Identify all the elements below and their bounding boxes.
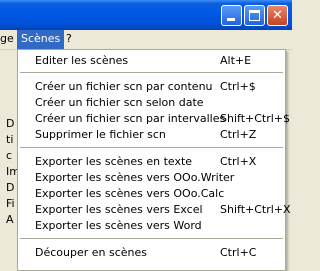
menu-item-shortcut: Alt+E: [220, 54, 252, 67]
menu-item-export-text[interactable]: Exporter les scènes en texte Ctrl+X: [18, 154, 285, 170]
scenes-dropdown-menu: Editer les scènes Alt+E Créer un fichier…: [17, 49, 291, 271]
menu-item-edit-scenes[interactable]: Editer les scènes Alt+E: [18, 53, 285, 69]
menu-separator: [20, 238, 283, 239]
menu-separator: [20, 72, 283, 73]
menu-item-label: Créer un fichier scn par intervalles: [35, 112, 226, 125]
menu-item-shortcut: Ctrl+X: [220, 155, 257, 168]
menu-item-shortcut: Shift+Ctrl+X: [220, 203, 291, 216]
menu-item-export-calc[interactable]: Exporter les scènes vers OOo.Calc: [18, 186, 285, 202]
menu-item-shortcut: Ctrl+$: [220, 80, 256, 93]
menu-item-label: Exporter les scènes vers Word: [35, 219, 202, 232]
menu-item-label: Découper en scènes: [35, 246, 148, 259]
minimize-button[interactable]: [221, 5, 242, 26]
background-text: D: [6, 117, 15, 130]
maximize-button[interactable]: [244, 5, 265, 26]
menu-item-label: Supprimer le fichier scn: [35, 128, 166, 141]
menu-item-label: Exporter les scènes vers OOo.Calc: [35, 187, 225, 200]
menu-item-partial[interactable]: ge: [0, 30, 18, 49]
menu-item-export-writer[interactable]: Exporter les scènes vers OOo.Writer: [18, 170, 285, 186]
background-text: D: [6, 181, 15, 194]
menu-item-export-word[interactable]: Exporter les scènes vers Word: [18, 218, 285, 234]
background-text: A: [6, 213, 14, 226]
menu-item-label: Editer les scènes: [35, 54, 129, 67]
menu-scenes[interactable]: Scènes: [17, 30, 65, 49]
background-text: ti: [6, 133, 14, 146]
menu-item-delete-scn[interactable]: Supprimer le fichier scn Ctrl+Z: [18, 127, 285, 143]
menu-bar: ge Scènes ?: [0, 30, 292, 50]
menu-item-create-by-date[interactable]: Créer un fichier scn selon date: [18, 95, 285, 111]
menu-item-shortcut: Shift+Ctrl+$: [220, 112, 291, 125]
menu-item-label: Exporter les scènes vers OOo.Writer: [35, 171, 235, 184]
minimize-icon: [227, 18, 235, 21]
background-text: c: [6, 149, 13, 162]
menu-item-label: Exporter les scènes en texte: [35, 155, 193, 168]
menu-item-create-by-intervals[interactable]: Créer un fichier scn par intervalles Shi…: [18, 111, 290, 127]
background-text: Fi: [6, 197, 15, 210]
menu-item-label: Créer un fichier scn par contenu: [35, 80, 213, 93]
menu-item-export-excel[interactable]: Exporter les scènes vers Excel Shift+Ctr…: [18, 202, 291, 218]
menu-separator: [20, 147, 283, 148]
menu-item-label: Créer un fichier scn selon date: [35, 96, 204, 109]
window-titlebar: ✕: [0, 0, 292, 30]
menu-item-label: Exporter les scènes vers Excel: [35, 203, 203, 216]
menu-item-create-by-content[interactable]: Créer un fichier scn par contenu Ctrl+$: [18, 79, 285, 95]
close-icon: ✕: [272, 8, 283, 23]
menu-item-shortcut: Ctrl+C: [220, 246, 257, 259]
close-button[interactable]: ✕: [267, 5, 288, 26]
menu-help[interactable]: ?: [62, 30, 76, 49]
menu-item-shortcut: Ctrl+Z: [220, 128, 257, 141]
menu-item-split-scenes[interactable]: Découper en scènes Ctrl+C: [18, 245, 285, 261]
maximize-icon: [249, 10, 260, 21]
